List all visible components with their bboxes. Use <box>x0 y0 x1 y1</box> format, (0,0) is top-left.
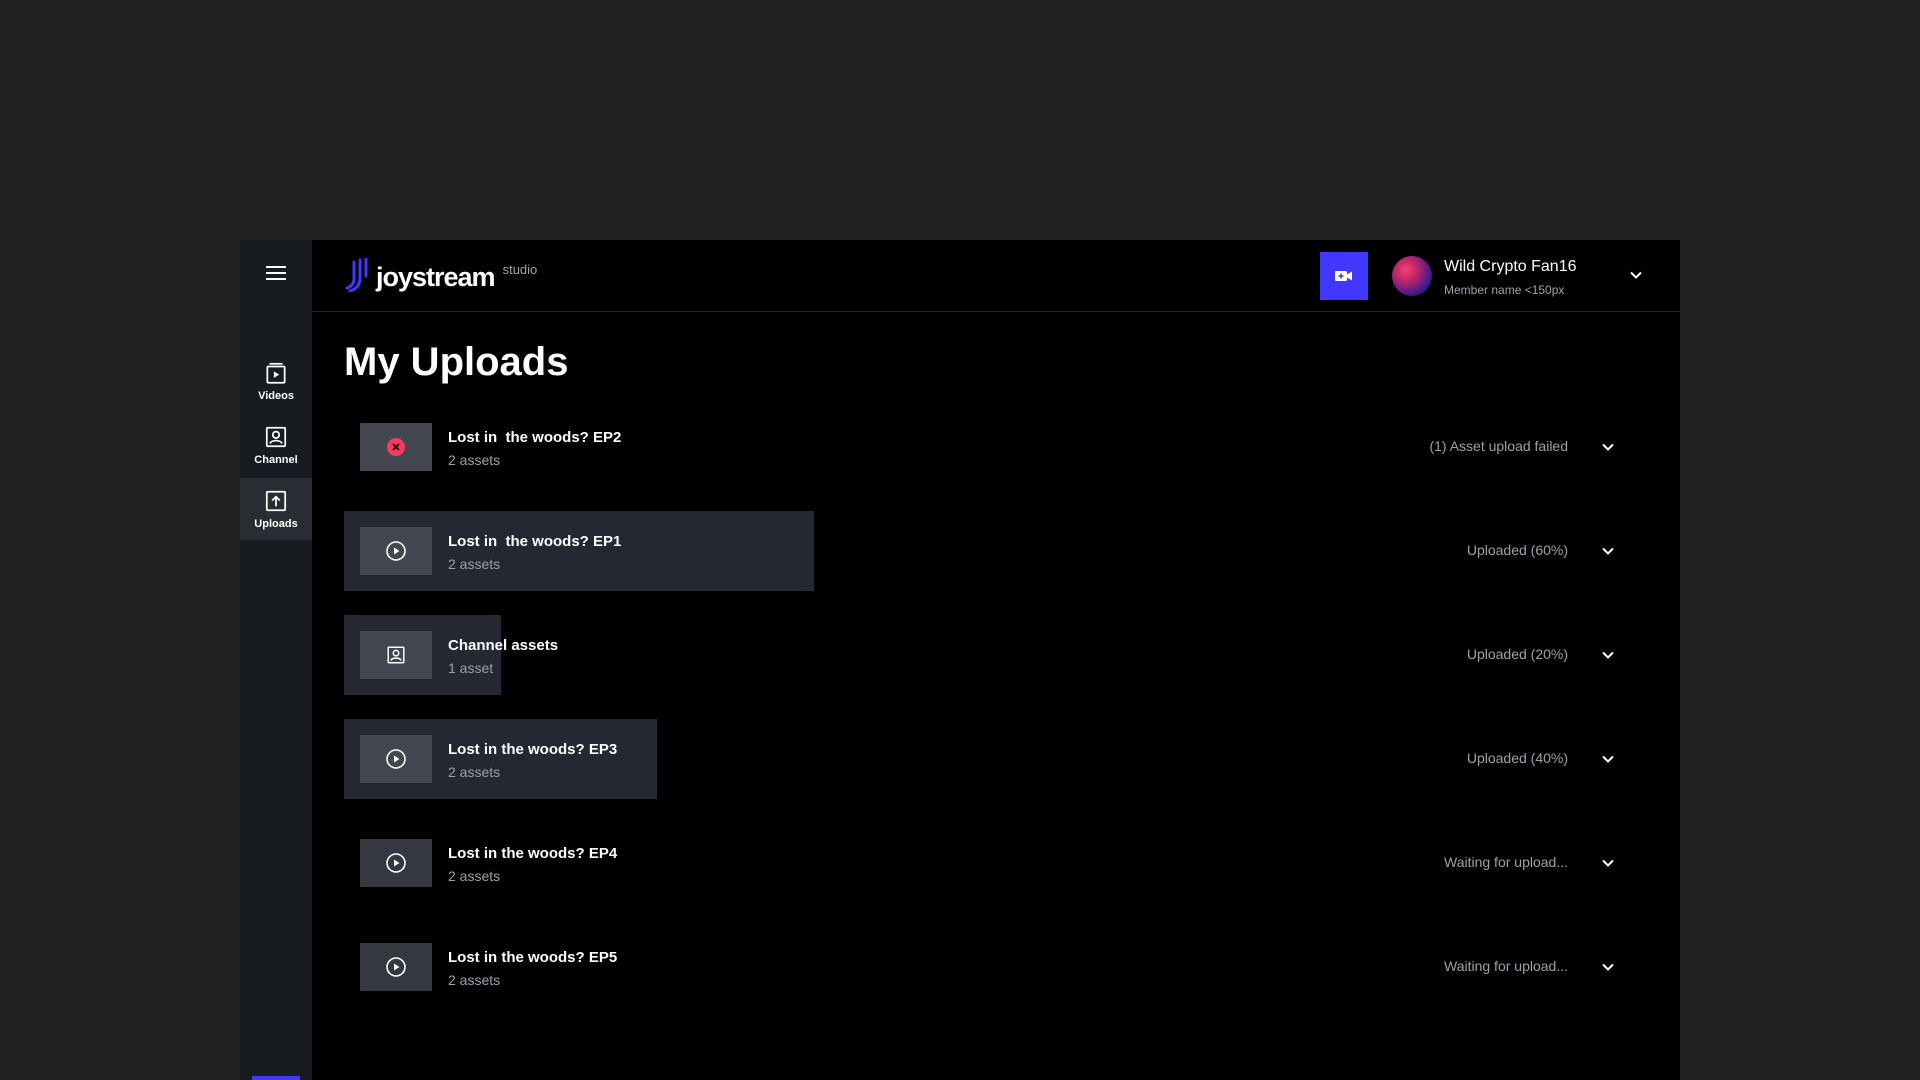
upload-status: Uploaded (40%) <box>1466 750 1568 766</box>
upload-row[interactable]: Lost in the woods? EP2 2 assets (1) Asse… <box>344 407 1644 487</box>
upload-icon <box>265 490 287 512</box>
upload-status: Waiting for upload... <box>1444 854 1568 870</box>
upload-title: Lost in the woods? EP1 <box>448 533 622 550</box>
upload-row[interactable]: Lost in the woods? EP5 2 assets Waiting … <box>344 927 1644 1007</box>
sidebar: Videos Channel Uploads <box>240 240 312 1080</box>
play-icon <box>386 853 406 873</box>
member-handle: Wild Crypto Fan16 <box>1444 258 1577 275</box>
upload-thumbnail <box>360 423 432 471</box>
joystream-logo-icon <box>345 258 368 292</box>
chevron-down-icon[interactable] <box>1599 750 1617 768</box>
main-content: joystream studio Wild Crypto Fan16 Membe… <box>312 240 1680 1080</box>
page-title: My Uploads <box>344 340 569 384</box>
upload-status: Uploaded (60%) <box>1466 542 1568 558</box>
upload-row[interactable]: Lost in the woods? EP1 2 assets Uploaded… <box>344 511 1644 591</box>
member-subtitle: Member name <150px <box>1444 283 1565 297</box>
sidebar-item-videos[interactable]: Videos <box>240 350 312 412</box>
sidebar-item-label: Uploads <box>254 518 298 530</box>
upload-asset-count: 1 asset <box>448 660 494 676</box>
chevron-down-icon[interactable] <box>1599 438 1617 456</box>
chevron-down-icon[interactable] <box>1599 542 1617 560</box>
logo-wordmark: joystream <box>376 262 496 292</box>
upload-asset-count: 2 assets <box>448 764 501 780</box>
upload-status: Uploaded (20%) <box>1466 646 1568 662</box>
upload-video-button[interactable] <box>1320 252 1368 300</box>
channel-icon <box>265 426 287 448</box>
studio-window: Videos Channel Uploads joystream studio … <box>240 240 1680 1080</box>
chevron-down-icon[interactable] <box>1599 958 1617 976</box>
play-icon <box>386 957 406 977</box>
upload-status: Waiting for upload... <box>1444 958 1568 974</box>
upload-asset-count: 2 assets <box>448 868 501 884</box>
sidebar-active-indicator <box>252 1076 300 1080</box>
channel-icon <box>387 646 405 664</box>
sidebar-item-uploads[interactable]: Uploads <box>240 478 312 540</box>
error-icon <box>387 438 405 456</box>
logo-subtitle: studio <box>502 262 538 277</box>
upload-row[interactable]: Lost in the woods? EP3 2 assets Uploaded… <box>344 719 1644 799</box>
play-icon <box>386 541 406 561</box>
chevron-down-icon[interactable] <box>1627 266 1645 284</box>
upload-row[interactable]: Channel assets 1 asset Uploaded (20%) <box>344 615 1644 695</box>
joystream-logo[interactable]: joystream studio <box>344 258 537 292</box>
upload-asset-count: 2 assets <box>448 452 501 468</box>
upload-row[interactable]: Lost in the woods? EP4 2 assets Waiting … <box>344 823 1644 903</box>
upload-thumbnail <box>360 839 432 887</box>
upload-title: Channel assets <box>448 637 559 654</box>
avatar[interactable] <box>1392 256 1432 296</box>
upload-asset-count: 2 assets <box>448 972 501 988</box>
chevron-down-icon[interactable] <box>1599 646 1617 664</box>
upload-thumbnail <box>360 631 432 679</box>
upload-title: Lost in the woods? EP4 <box>448 845 618 862</box>
sidebar-item-label: Channel <box>254 454 298 466</box>
top-bar: joystream studio Wild Crypto Fan16 Membe… <box>312 240 1680 312</box>
upload-title: Lost in the woods? EP3 <box>448 741 618 758</box>
sidebar-item-channel[interactable]: Channel <box>240 414 312 476</box>
upload-thumbnail <box>360 735 432 783</box>
play-icon <box>386 749 406 769</box>
upload-thumbnail <box>360 527 432 575</box>
upload-status: (1) Asset upload failed <box>1429 438 1568 454</box>
hamburger-menu-icon[interactable] <box>266 266 286 282</box>
upload-title: Lost in the woods? EP5 <box>448 949 618 966</box>
upload-thumbnail <box>360 943 432 991</box>
chevron-down-icon[interactable] <box>1599 854 1617 872</box>
upload-title: Lost in the woods? EP2 <box>448 429 622 446</box>
add-video-icon <box>1335 271 1352 281</box>
sidebar-item-label: Videos <box>258 390 294 402</box>
video-icon <box>266 362 286 384</box>
upload-asset-count: 2 assets <box>448 556 501 572</box>
